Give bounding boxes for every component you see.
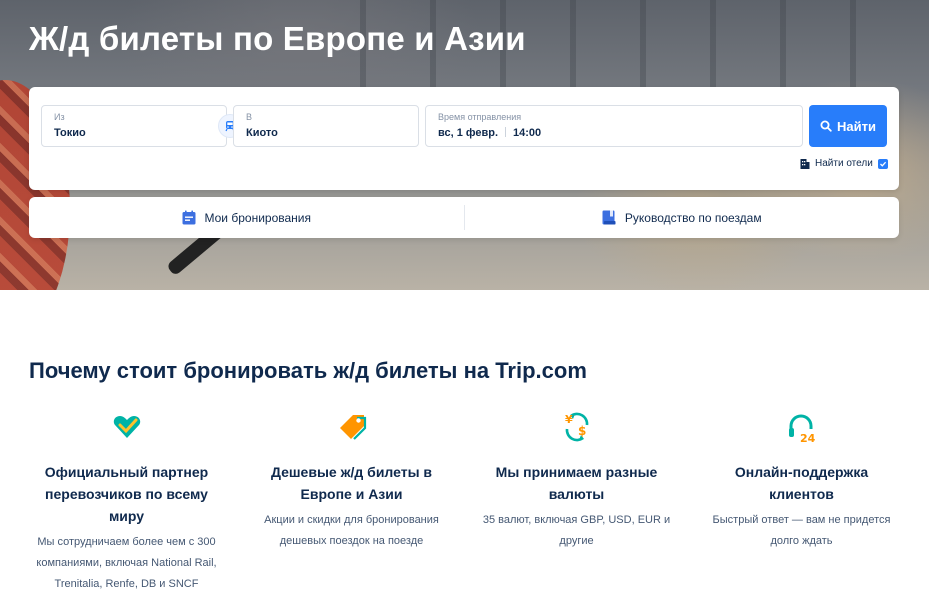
my-bookings-link[interactable]: Мои бронирования (29, 197, 464, 238)
page-title: Ж/д билеты по Европе и Азии (29, 20, 526, 57)
to-label: В (246, 112, 253, 122)
feature-official-partner: Официальный партнер перевозчиков по всем… (29, 410, 224, 595)
search-button-label: Найти (837, 118, 876, 134)
price-tag-icon (339, 415, 366, 440)
search-button[interactable]: Найти (809, 105, 887, 147)
feature-support: 24 Онлайн-поддержка клиентов Быстрый отв… (704, 410, 899, 595)
feature-description: Быстрый ответ — вам не придется долго жд… (712, 514, 891, 547)
find-hotels-option[interactable]: Найти отели (800, 158, 888, 169)
feature-title: Мы принимаем разные валюты (495, 464, 658, 502)
book-icon (602, 210, 616, 225)
departure-label: Время отправления (438, 112, 522, 122)
departure-time[interactable]: 14:00 (513, 127, 541, 139)
date-time-divider (505, 127, 507, 137)
feature-title: Онлайн-поддержка клиентов (734, 464, 869, 502)
quick-links-bar: Мои бронирования Руководство по поездам (29, 197, 899, 238)
departure-value: вс, 1 февр. 14:00 (438, 126, 802, 140)
features-list: Официальный партнер перевозчиков по всем… (29, 410, 899, 595)
support-24-icon: 24 (788, 414, 816, 443)
to-value: Киото (246, 127, 278, 139)
feature-cheap-tickets: Дешевые ж/д билеты в Европе и Азии Акции… (254, 410, 449, 595)
feature-title: Официальный партнер перевозчиков по всем… (44, 464, 209, 524)
train-guide-link[interactable]: Руководство по поездам (465, 197, 900, 238)
train-guide-label: Руководство по поездам (624, 210, 762, 225)
heart-check-icon (113, 416, 140, 438)
svg-text:24: 24 (800, 432, 816, 443)
feature-description: Мы сотрудничаем более чем с 300 компания… (36, 536, 217, 590)
check-icon (879, 161, 886, 167)
hotel-icon (800, 159, 810, 169)
departure-time-field[interactable]: Время отправления вс, 1 февр. 14:00 (425, 105, 803, 147)
from-value: Токио (54, 127, 86, 139)
feature-description: 35 валют, включая GBP, USD, EUR и другие (482, 514, 671, 547)
my-bookings-label: Мои бронирования (204, 210, 311, 225)
from-station-field[interactable]: Из Токио (41, 105, 227, 147)
currency-exchange-icon: ¥ $ (565, 412, 588, 442)
feature-title: Дешевые ж/д билеты в Европе и Азии (270, 464, 433, 502)
calendar-icon (182, 210, 195, 225)
svg-text:¥: ¥ (565, 413, 573, 426)
search-icon (820, 120, 832, 132)
departure-date[interactable]: вс, 1 февр. (438, 127, 498, 139)
train-search-form: Из Токио В Киото Время отправления вс, 1… (29, 87, 899, 190)
why-section-title: Почему стоит бронировать ж/д билеты на T… (29, 358, 587, 383)
svg-text:$: $ (578, 424, 586, 438)
from-label: Из (54, 112, 65, 122)
to-station-field[interactable]: В Киото (233, 105, 419, 147)
find-hotels-checkbox[interactable] (877, 158, 888, 169)
feature-description: Акции и скидки для бронирования дешевых … (264, 514, 439, 547)
feature-currencies: ¥ $ Мы принимаем разные валюты 35 валют,… (479, 410, 674, 595)
find-hotels-label: Найти отели (815, 158, 873, 169)
